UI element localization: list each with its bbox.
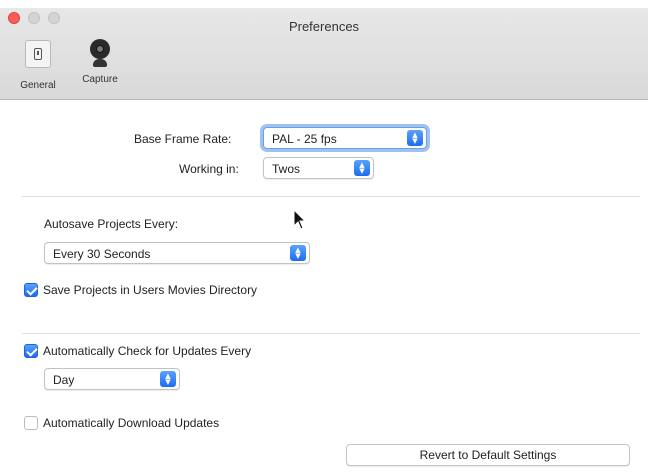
download-updates-checkbox[interactable]	[24, 416, 38, 430]
check-updates-label: Automatically Check for Updates Every	[43, 344, 252, 358]
base-frame-rate-label: Base Frame Rate:	[134, 132, 232, 146]
tab-general[interactable]: General	[8, 40, 68, 96]
popup-stepper-icon: ▲ ▼	[407, 130, 423, 146]
base-frame-rate-popup[interactable]: PAL - 25 fps ▲ ▼	[263, 127, 427, 149]
download-updates-label: Automatically Download Updates	[43, 416, 220, 430]
popup-stepper-icon: ▲ ▼	[354, 160, 370, 176]
save-in-movies-checkbox[interactable]	[24, 283, 38, 297]
working-in-value: Twos	[272, 162, 301, 176]
working-in-label: Working in:	[179, 162, 239, 176]
popup-stepper-icon: ▲ ▼	[160, 371, 176, 387]
top-edge	[0, 0, 648, 8]
webcam-icon	[87, 39, 113, 68]
window-title: Preferences	[288, 19, 360, 34]
popup-stepper-icon: ▲ ▼	[290, 245, 306, 261]
tab-capture-label: Capture	[82, 74, 118, 85]
save-in-movies-label: Save Projects in Users Movies Directory	[43, 283, 258, 297]
check-updates-checkbox[interactable]	[24, 344, 38, 358]
switch-icon	[25, 40, 51, 68]
revert-to-default-button[interactable]: Revert to Default Settings	[346, 444, 630, 466]
tab-general-label: General	[20, 80, 56, 91]
section-divider	[22, 333, 640, 334]
update-interval-value: Day	[53, 373, 75, 387]
tab-capture[interactable]: Capture	[75, 39, 125, 96]
base-frame-rate-value: PAL - 25 fps	[272, 132, 337, 146]
autosave-label: Autosave Projects Every:	[44, 217, 179, 231]
window-toolbar: Preferences General Capture	[0, 0, 648, 100]
update-interval-popup[interactable]: Day ▲ ▼	[44, 368, 180, 390]
autosave-interval-value: Every 30 Seconds	[53, 247, 151, 261]
autosave-interval-popup[interactable]: Every 30 Seconds ▲ ▼	[44, 242, 310, 264]
working-in-popup[interactable]: Twos ▲ ▼	[263, 157, 374, 179]
section-divider	[22, 196, 640, 197]
mouse-pointer-icon	[293, 209, 307, 230]
